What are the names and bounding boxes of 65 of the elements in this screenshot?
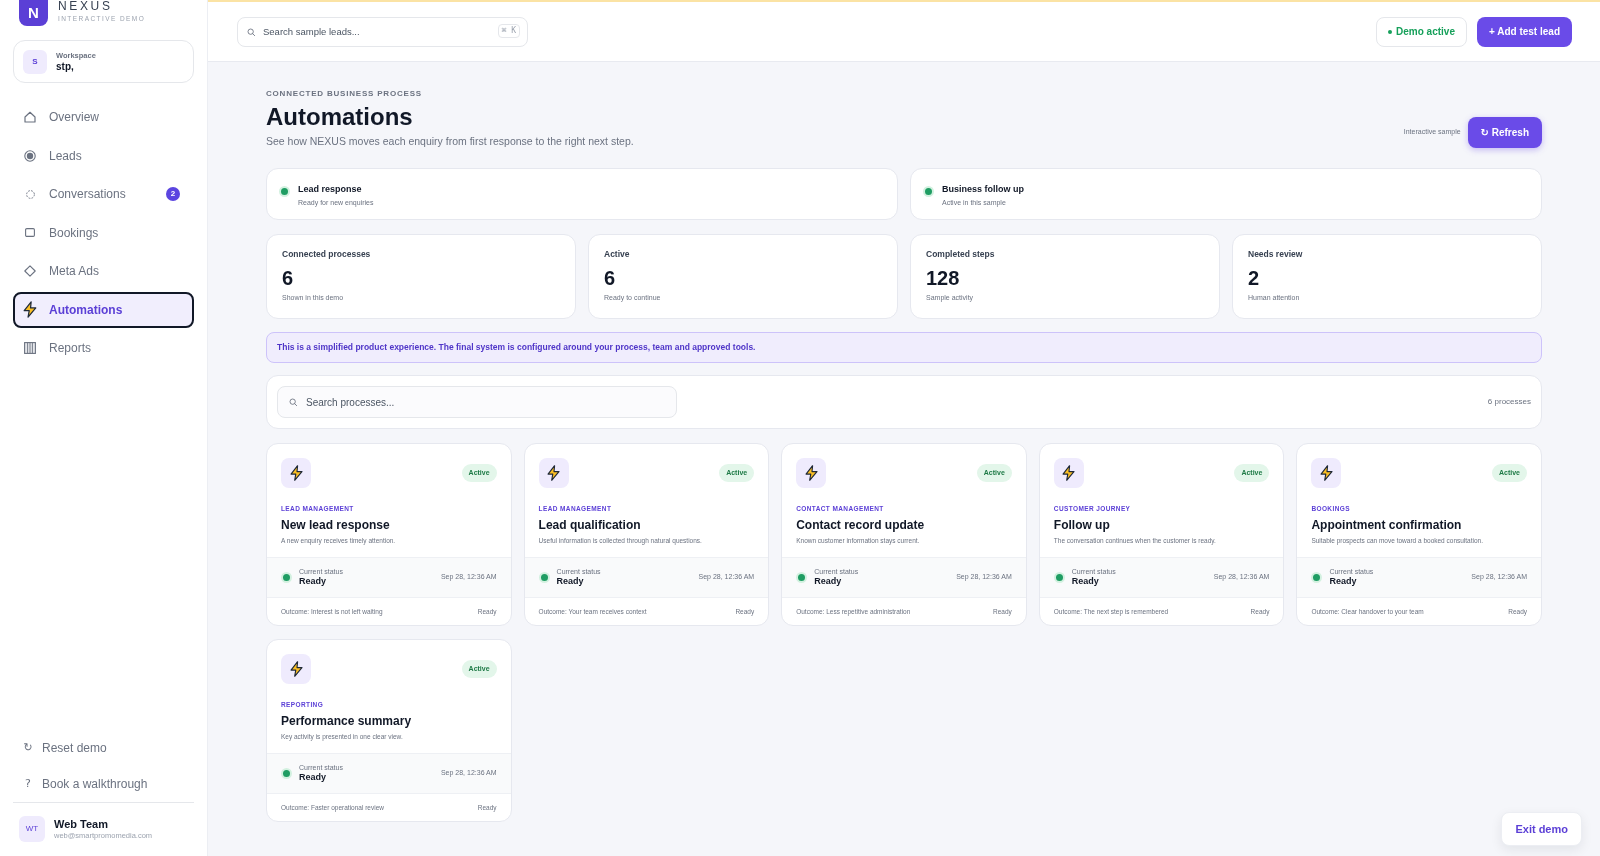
stat-value: 6 — [604, 266, 617, 290]
workspace-name: stp, — [56, 60, 75, 73]
sidebar-link[interactable]: ? Book a walkthrough — [13, 766, 194, 802]
status-value: Ready — [556, 576, 585, 587]
sidebar-nav-item[interactable]: Overview — [13, 99, 194, 135]
question-mark-icon: ? — [23, 775, 33, 793]
page-title: Automations — [266, 102, 414, 132]
card-title: Lead qualification — [538, 518, 642, 533]
eyebrow-label: CONNECTED BUSINESS PROCESS — [266, 88, 423, 100]
exit-demo-button[interactable]: Exit demo — [1501, 812, 1582, 846]
user-name: Web Team — [54, 817, 109, 831]
home-icon — [24, 111, 36, 123]
stat-label: Connected processes — [282, 249, 372, 260]
lightning-icon — [796, 458, 827, 488]
refresh-button[interactable]: ↻ Refresh — [1467, 117, 1542, 148]
status-value: Ready — [299, 772, 327, 783]
process-search-field[interactable]: Search processes... — [277, 386, 677, 418]
lightning-icon — [538, 458, 569, 488]
sidebar-nav-item[interactable]: Automations — [13, 291, 194, 328]
status-title: Business follow up — [942, 184, 1024, 195]
lightning-icon — [1311, 458, 1342, 488]
process-count: 6 processes — [1487, 396, 1531, 408]
square-icon — [25, 228, 35, 237]
search-icon — [247, 27, 255, 36]
page-subtitle: See how NEXUS moves each enquiry from first response to the right next step. — [266, 135, 634, 148]
demo-status-button[interactable]: Demo active — [1376, 16, 1467, 47]
circular-arrow-icon: ↻ — [23, 739, 33, 757]
stat-value: 6 — [282, 266, 295, 290]
stat-value: 128 — [926, 266, 961, 290]
card-title: Contact record update — [796, 518, 926, 533]
dotted-circle-icon — [25, 189, 35, 199]
lightning-icon — [22, 301, 37, 318]
sidebar-link[interactable]: ↻ Reset demo — [13, 730, 194, 766]
count-badge: 2 — [166, 187, 180, 201]
stat-label: Completed steps — [926, 249, 996, 260]
user-avatar: WT — [19, 816, 45, 842]
brand-name: NEXUS — [58, 0, 114, 13]
status-value: Ready — [299, 576, 327, 587]
sidebar-nav-item[interactable]: Meta Ads — [13, 253, 194, 289]
stat-label: Active — [604, 249, 631, 260]
stat-value: 2 — [1248, 266, 1261, 290]
card-title: Performance summary — [281, 714, 413, 729]
status-value: Ready — [1071, 576, 1100, 587]
dot-circle-icon — [24, 149, 36, 162]
status-value: Ready — [814, 576, 843, 587]
card-title: Follow up — [1053, 518, 1111, 533]
status-title: Lead response — [298, 184, 363, 195]
logo-mark: N — [19, 0, 48, 26]
status-value: Ready — [1329, 576, 1358, 587]
add-lead-button[interactable]: + Add test lead — [1476, 16, 1572, 47]
info-banner: This is a simplified product experience. The final system is configured around your process, team and approved tools. — [266, 332, 1542, 363]
grid-icon — [24, 342, 36, 354]
lightning-icon — [281, 458, 311, 488]
card-title: New lead response — [281, 518, 391, 533]
sidebar-nav-item[interactable]: Reports — [13, 330, 194, 366]
lightning-icon — [281, 654, 311, 684]
stat-label: Needs review — [1248, 249, 1304, 260]
sidebar-nav-item[interactable]: Conversations 2 — [13, 176, 194, 212]
sidebar-nav-item[interactable]: Leads — [13, 137, 194, 174]
diamond-icon — [24, 265, 36, 277]
search-icon — [289, 398, 297, 406]
sidebar-nav-item[interactable]: Bookings — [13, 214, 194, 251]
workspace-avatar: S — [23, 49, 47, 74]
card-title: Appointment confirmation — [1311, 518, 1463, 533]
lightning-icon — [1053, 458, 1084, 488]
